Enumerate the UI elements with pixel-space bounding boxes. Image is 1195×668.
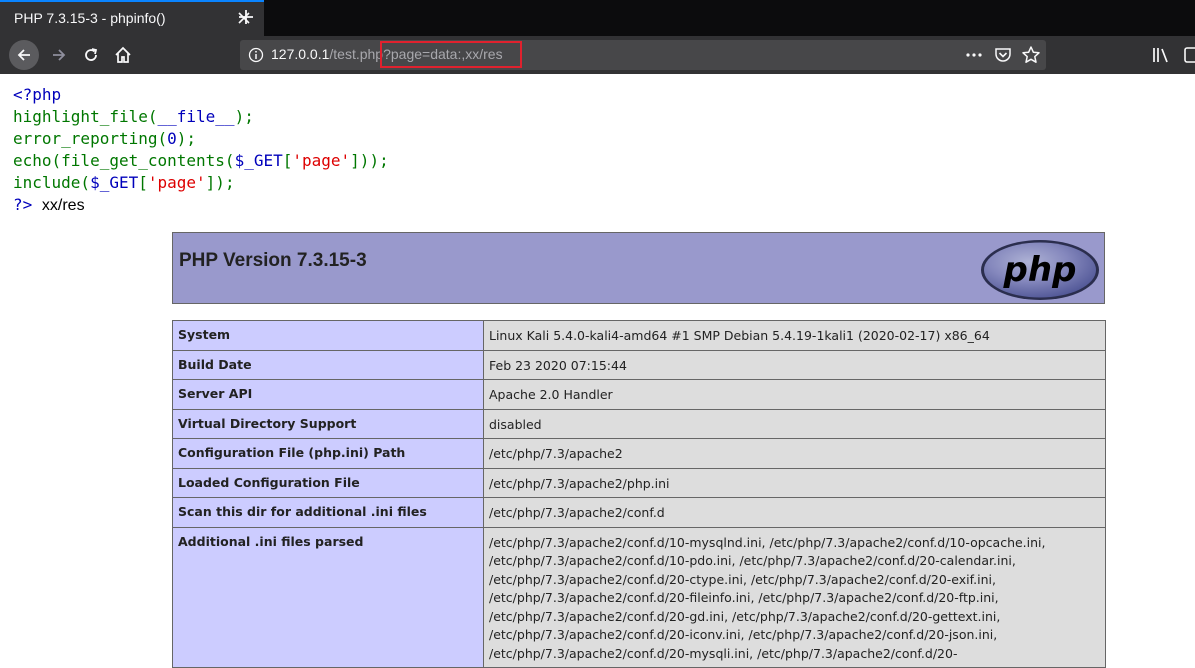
code-line-5: include($_GET['page']); <box>13 173 235 192</box>
row-value: /etc/php/7.3/apache2/conf.d/10-mysqlnd.i… <box>483 526 1106 668</box>
pocket-icon[interactable] <box>994 46 1012 68</box>
tab-title: PHP 7.3.15-3 - phpinfo() <box>14 10 166 26</box>
row-key: Additional .ini files parsed <box>172 526 484 668</box>
row-value: Apache 2.0 Handler <box>483 379 1106 410</box>
table-row: System Linux Kali 5.4.0-kali4-amd64 #1 SM… <box>172 320 1106 351</box>
red-highlight-box <box>380 41 522 68</box>
reload-button[interactable] <box>76 40 106 70</box>
row-key: Server API <box>172 379 484 410</box>
table-row: Additional .ini files parsed/etc/php/7.3… <box>172 526 1106 668</box>
plus-icon[interactable] <box>236 7 256 27</box>
forward-button[interactable] <box>44 40 74 70</box>
library-icon[interactable] <box>1152 46 1172 68</box>
row-key: Virtual Directory Support <box>172 408 484 439</box>
row-value: /etc/php/7.3/apache2/conf.d <box>483 497 1106 528</box>
sidebar-icon[interactable] <box>1184 46 1195 68</box>
code-line-4: echo(file_get_contents($_GET['page'])); <box>13 151 389 170</box>
table-row: Build Date Feb 23 2020 07:15:44 <box>172 349 1106 380</box>
table-row: Configuration File (php.ini) Path/etc/ph… <box>172 438 1106 469</box>
url-host: 127.0.0.1 <box>271 46 330 62</box>
code-line-2: highlight_file(__file__); <box>13 107 254 126</box>
page-content: <?php highlight_file(__file__); error_re… <box>0 74 1195 668</box>
url-bar[interactable]: 127.0.0.1/test.php?page=data:,xx/res <box>240 40 1046 70</box>
row-value: Linux Kali 5.4.0-kali4-amd64 #1 SMP Debi… <box>483 320 1106 351</box>
url-path: /test.php <box>329 46 384 62</box>
row-value: /etc/php/7.3/apache2/php.ini <box>483 467 1106 498</box>
reload-icon <box>85 48 98 61</box>
row-value: Feb 23 2020 07:15:44 <box>483 349 1106 380</box>
phpinfo-table: System Linux Kali 5.4.0-kali4-amd64 #1 SM… <box>172 320 1106 668</box>
home-icon <box>115 46 131 63</box>
row-value: disabled <box>483 408 1106 439</box>
row-key: System <box>172 320 484 351</box>
arrow-left-icon <box>17 49 30 61</box>
php-logo-text: php <box>1003 250 1077 290</box>
table-row: Scan this dir for additional .ini files /… <box>172 497 1106 528</box>
nav-toolbar: 127.0.0.1/test.php?page=data:,xx/res <box>0 36 1195 74</box>
table-row: Loaded Configuration File/etc/php/7.3/ap… <box>172 467 1106 498</box>
info-icon[interactable] <box>248 47 264 67</box>
table-row: Server API Apache 2.0 Handler <box>172 379 1106 410</box>
row-key: Scan this dir for additional .ini files <box>172 497 484 528</box>
tab-phpinfo[interactable]: PHP 7.3.15-3 - phpinfo() <box>0 0 264 36</box>
more-icon[interactable] <box>964 45 984 69</box>
table-row: Virtual Directory Support disabled <box>172 408 1106 439</box>
row-key: Configuration File (php.ini) Path <box>172 438 484 469</box>
include-output: xx/res <box>41 197 85 214</box>
php-logo-icon: php <box>981 240 1099 300</box>
php-source-code: <?php highlight_file(__file__); error_re… <box>13 84 389 217</box>
bookmark-star-icon[interactable] <box>1021 45 1041 69</box>
row-value: /etc/php/7.3/apache2 <box>483 438 1106 469</box>
code-line-1: <?php <box>13 85 62 104</box>
code-line-6: ?> <box>13 195 33 214</box>
home-button[interactable] <box>108 40 138 70</box>
arrow-right-icon <box>53 49 66 61</box>
back-button[interactable] <box>9 40 39 70</box>
row-key: Loaded Configuration File <box>172 467 484 498</box>
tab-bar: PHP 7.3.15-3 - phpinfo() <box>0 0 1195 36</box>
php-version-title: PHP Version 7.3.15-3 <box>179 250 367 271</box>
code-line-3: error_reporting(0); <box>13 129 197 148</box>
phpinfo-header: PHP Version 7.3.15-3 php <box>172 232 1105 304</box>
row-key: Build Date <box>172 349 484 380</box>
